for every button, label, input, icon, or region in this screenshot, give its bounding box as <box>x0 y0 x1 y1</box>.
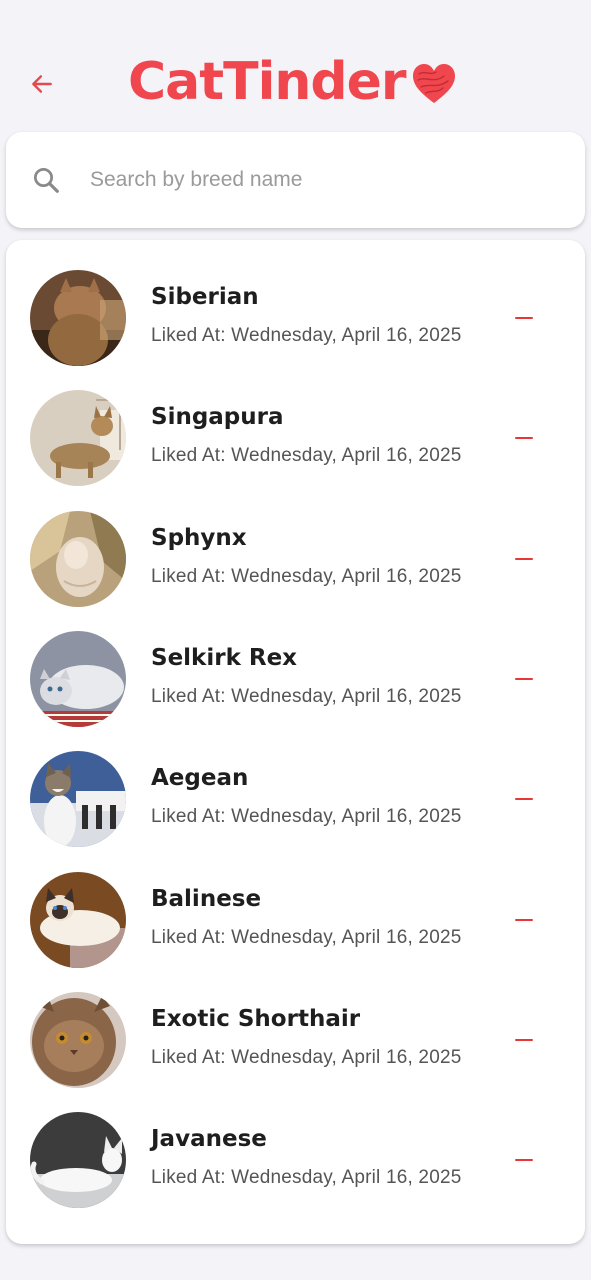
back-button[interactable] <box>22 64 62 104</box>
breed-name: Balinese <box>151 886 262 912</box>
liked-at-date: Liked At: Wednesday, April 16, 2025 <box>151 806 462 827</box>
app-header: CatTinder <box>0 0 591 130</box>
liked-at-date: Liked At: Wednesday, April 16, 2025 <box>151 927 462 948</box>
breed-name: Javanese <box>151 1126 267 1152</box>
minus-icon <box>515 316 533 320</box>
minus-icon <box>515 436 533 440</box>
liked-at-date: Liked At: Wednesday, April 16, 2025 <box>151 1167 462 1188</box>
liked-at-date: Liked At: Wednesday, April 16, 2025 <box>151 686 462 707</box>
list-item[interactable]: Aegean Liked At: Wednesday, April 16, 20… <box>6 721 585 847</box>
list-item[interactable]: Javanese Liked At: Wednesday, April 16, … <box>6 1082 585 1208</box>
minus-icon <box>515 1038 533 1042</box>
breed-name: Siberian <box>151 284 259 310</box>
app-logo: CatTinder <box>128 50 458 114</box>
minus-icon <box>515 677 533 681</box>
cat-avatar <box>30 270 126 366</box>
remove-button[interactable] <box>504 663 544 695</box>
remove-button[interactable] <box>504 543 544 575</box>
remove-button[interactable] <box>504 783 544 815</box>
cat-avatar <box>30 390 126 486</box>
list-item[interactable]: Sphynx Liked At: Wednesday, April 16, 20… <box>6 481 585 607</box>
breed-name: Aegean <box>151 765 249 791</box>
heart-icon <box>412 64 455 103</box>
app-screen: CatTinder Search by breed name Siberian … <box>0 0 591 1280</box>
search-input[interactable] <box>90 158 550 202</box>
breed-name: Exotic Shorthair <box>151 1006 361 1032</box>
cat-avatar <box>30 992 126 1088</box>
remove-button[interactable] <box>504 904 544 936</box>
liked-cats-list: Siberian Liked At: Wednesday, April 16, … <box>6 240 585 1244</box>
cat-avatar <box>30 1112 126 1208</box>
cat-avatar <box>30 872 126 968</box>
cat-avatar <box>30 511 126 607</box>
liked-at-date: Liked At: Wednesday, April 16, 2025 <box>151 445 462 466</box>
breed-name: Singapura <box>151 404 284 430</box>
minus-icon <box>515 557 533 561</box>
liked-at-date: Liked At: Wednesday, April 16, 2025 <box>151 325 462 346</box>
liked-at-date: Liked At: Wednesday, April 16, 2025 <box>151 1047 462 1068</box>
list-item[interactable]: Exotic Shorthair Liked At: Wednesday, Ap… <box>6 962 585 1088</box>
minus-icon <box>515 1158 533 1162</box>
app-title: CatTinder <box>128 52 407 112</box>
minus-icon <box>515 797 533 801</box>
breed-name: Sphynx <box>151 525 247 551</box>
remove-button[interactable] <box>504 1024 544 1056</box>
list-item[interactable]: Singapura Liked At: Wednesday, April 16,… <box>6 360 585 486</box>
arrow-left-icon <box>32 75 52 93</box>
search-bar <box>6 132 585 228</box>
list-item[interactable]: Balinese Liked At: Wednesday, April 16, … <box>6 842 585 968</box>
cat-avatar <box>30 631 126 727</box>
remove-button[interactable] <box>504 1144 544 1176</box>
liked-at-date: Liked At: Wednesday, April 16, 2025 <box>151 566 462 587</box>
list-item[interactable]: Siberian Liked At: Wednesday, April 16, … <box>6 240 585 366</box>
breed-name: Selkirk Rex <box>151 645 298 671</box>
remove-button[interactable] <box>504 422 544 454</box>
list-item[interactable]: Selkirk Rex Liked At: Wednesday, April 1… <box>6 601 585 727</box>
minus-icon <box>515 918 533 922</box>
remove-button[interactable] <box>504 302 544 334</box>
cat-avatar <box>30 751 126 847</box>
search-icon[interactable] <box>28 162 64 198</box>
